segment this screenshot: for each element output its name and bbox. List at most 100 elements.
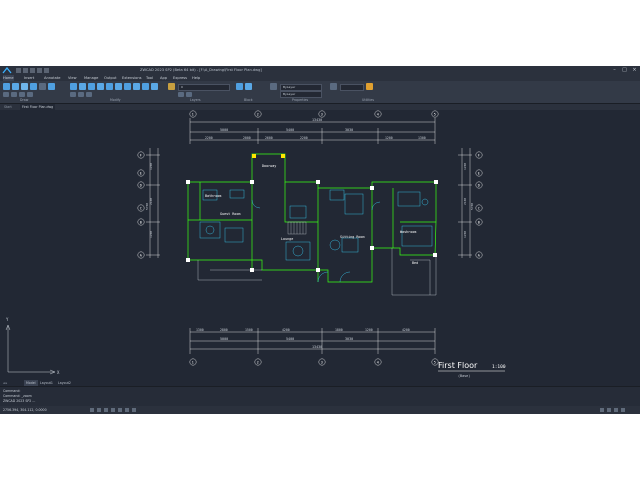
- redo-icon[interactable]: [44, 68, 49, 73]
- room-label-doorway: Doorway: [262, 164, 276, 168]
- color-select[interactable]: ByLayer: [280, 84, 322, 91]
- layer-properties-icon[interactable]: [168, 83, 175, 90]
- right-dim-3: 1200: [463, 231, 467, 238]
- stretch-tool-icon[interactable]: [70, 92, 76, 97]
- top-dim-b-1: 5000: [220, 128, 228, 132]
- layer-lock-icon[interactable]: [186, 92, 192, 97]
- spline-tool-icon[interactable]: [11, 92, 17, 97]
- utility-select[interactable]: [340, 84, 364, 91]
- line-tool-icon[interactable]: [3, 83, 10, 90]
- annotation-scale-icon[interactable]: [607, 408, 611, 412]
- left-dim-2: 2100: [149, 198, 153, 205]
- right-total-dim: 5700: [470, 203, 474, 210]
- snap-toggle-icon[interactable]: [97, 408, 101, 412]
- plan-scale: 1:100: [492, 364, 506, 370]
- copy-tool-icon[interactable]: [79, 83, 86, 90]
- top-dim-b-3: 3030: [345, 128, 353, 132]
- maximize-icon[interactable]: □: [620, 67, 629, 74]
- close-icon[interactable]: ×: [630, 67, 639, 74]
- row-marker-right-5: B: [478, 220, 480, 224]
- grid-toggle-icon[interactable]: [90, 408, 94, 412]
- explode-tool-icon[interactable]: [78, 92, 84, 97]
- row-marker-right-3: D: [478, 183, 480, 187]
- command-line[interactable]: Command: Command: _zoom ZWCAD 2023 SP2 .…: [0, 386, 640, 407]
- right-dim-2: 2100: [463, 198, 467, 205]
- floor-plan-walls: [187, 153, 437, 283]
- match-properties-icon[interactable]: [270, 83, 277, 90]
- polar-toggle-icon[interactable]: [111, 408, 115, 412]
- bottom-dim-5: 1800: [335, 328, 343, 332]
- row-marker-left-6: A: [140, 253, 142, 257]
- erase-tool-icon[interactable]: [86, 92, 92, 97]
- group-draw-label: Draw: [20, 98, 29, 102]
- minimize-icon[interactable]: –: [610, 67, 619, 74]
- array-tool-icon[interactable]: [151, 83, 158, 90]
- col-marker-4: 4: [377, 112, 379, 116]
- group-layers-label: Layers: [190, 98, 201, 102]
- bottom-dim-b-2: 5400: [286, 337, 294, 341]
- col-marker-2: 2: [257, 112, 259, 116]
- otrack-toggle-icon[interactable]: [125, 408, 129, 412]
- furniture: [199, 189, 433, 261]
- drawing-canvas[interactable]: 13430 5000 5400 3030 2200 2000 2600 2200…: [0, 110, 640, 380]
- extend-tool-icon[interactable]: [124, 83, 131, 90]
- osnap-toggle-icon[interactable]: [118, 408, 122, 412]
- bottom-dim-6: 1200: [365, 328, 373, 332]
- cad-application-window: ZWCAD 2023 SP2 (Beta 64 bit) - [F:\A_Dra…: [0, 66, 640, 414]
- group-utilities-label: Utilities: [362, 98, 374, 102]
- row-markers-right: [475, 151, 483, 259]
- left-dim-1: 1200: [149, 163, 153, 170]
- trim-tool-icon[interactable]: [115, 83, 122, 90]
- fullscreen-icon[interactable]: [614, 408, 618, 412]
- rectangle-tool-icon[interactable]: [39, 83, 46, 90]
- undo-icon[interactable]: [37, 68, 42, 73]
- row-marker-left-2: E: [140, 171, 142, 175]
- save-file-icon[interactable]: [30, 68, 35, 73]
- polyline-tool-icon[interactable]: [12, 83, 19, 90]
- move-tool-icon[interactable]: [70, 83, 77, 90]
- offset-tool-icon[interactable]: [133, 83, 140, 90]
- top-dim-2: 2000: [243, 136, 251, 140]
- hatch-tool-icon[interactable]: [48, 83, 55, 90]
- top-dim-4: 2200: [300, 136, 308, 140]
- ellipse-tool-icon[interactable]: [3, 92, 9, 97]
- rotate-tool-icon[interactable]: [88, 83, 95, 90]
- top-dim-b-2: 5400: [286, 128, 294, 132]
- col-marker-3: 3: [321, 112, 323, 116]
- lineweight-toggle-icon[interactable]: [132, 408, 136, 412]
- region-tool-icon[interactable]: [27, 92, 33, 97]
- stairs: [287, 221, 307, 235]
- customize-icon[interactable]: [621, 408, 625, 412]
- create-block-icon[interactable]: [245, 83, 252, 90]
- row-marker-right-6: A: [478, 253, 480, 257]
- linetype-select[interactable]: ByLayer: [280, 91, 322, 98]
- ortho-toggle-icon[interactable]: [104, 408, 108, 412]
- layer-freeze-icon[interactable]: [178, 92, 184, 97]
- point-tool-icon[interactable]: [19, 92, 25, 97]
- group-properties-label: Properties: [292, 98, 309, 102]
- workspace-icon[interactable]: [600, 408, 604, 412]
- new-file-icon[interactable]: [16, 68, 21, 73]
- open-file-icon[interactable]: [23, 68, 28, 73]
- row-marker-right-2: E: [478, 171, 480, 175]
- scale-tool-icon[interactable]: [106, 83, 113, 90]
- top-total-dim: 13430: [312, 118, 322, 122]
- plan-title: First Floor: [438, 361, 478, 370]
- insert-block-icon[interactable]: [236, 83, 243, 90]
- mirror-tool-icon[interactable]: [97, 83, 104, 90]
- command-history-line-3: ZWCAD 2023 SP2 ...: [3, 399, 36, 403]
- calculator-icon[interactable]: [366, 83, 373, 90]
- measure-icon[interactable]: [330, 83, 337, 90]
- wall-column-blocks: [186, 180, 438, 272]
- col-marker-bottom-3: 3: [321, 360, 323, 364]
- bottom-total-dim: 13430: [312, 345, 322, 349]
- plan-subtitle: (Base): [458, 374, 470, 378]
- layer-select[interactable]: 0: [178, 84, 230, 91]
- circle-tool-icon[interactable]: [21, 83, 28, 90]
- bottom-dim-3: 1500: [245, 328, 253, 332]
- fillet-tool-icon[interactable]: [142, 83, 149, 90]
- room-label-washroom: Washroom: [400, 230, 416, 234]
- left-dim-3: 1200: [149, 231, 153, 238]
- arc-tool-icon[interactable]: [30, 83, 37, 90]
- title-bar: ZWCAD 2023 SP2 (Beta 64 bit) - [F:\A_Dra…: [0, 66, 640, 75]
